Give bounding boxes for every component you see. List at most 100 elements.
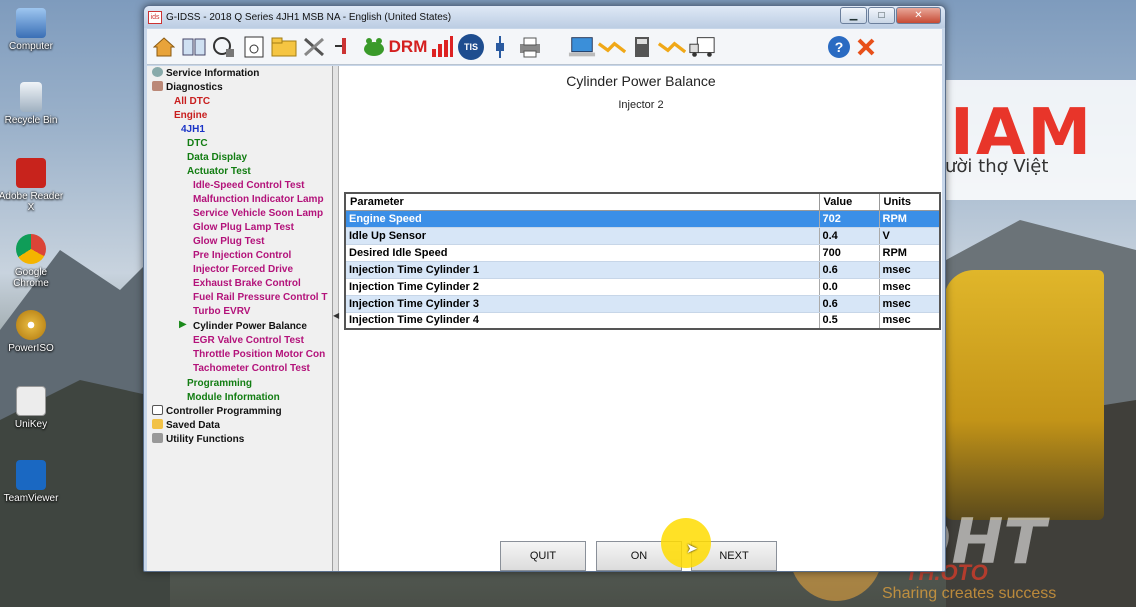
main-panel: Cylinder Power Balance Injector 2 Parame… [340, 66, 942, 571]
desktop-icon-recycle-bin[interactable]: Recycle Bin [0, 82, 66, 126]
tree-item-actuator[interactable]: Throttle Position Motor Con [193, 348, 325, 362]
tools-icon[interactable] [300, 33, 328, 61]
exit-icon[interactable] [852, 33, 880, 61]
home-icon[interactable] [150, 33, 178, 61]
tree-item-diagnostics[interactable]: Diagnostics [152, 81, 223, 95]
desktop-icon-teamviewer[interactable]: TeamViewer [0, 460, 66, 504]
cell-value: 700 [819, 244, 880, 262]
page-subtitle: Injector 2 [618, 99, 664, 111]
desktop-icon-label: Adobe Reader X [0, 191, 64, 213]
computer-icon [16, 8, 46, 38]
tree-item-actuator[interactable]: Service Vehicle Soon Lamp [193, 207, 323, 221]
table-row[interactable]: Injection Time Cylinder 3 0.6 msec [345, 295, 941, 313]
tree-item-actuator[interactable]: Turbo EVRV [193, 305, 250, 319]
tree-item-actuator[interactable]: Idle-Speed Control Test [193, 179, 305, 193]
tree-item-actuator[interactable]: Injector Forced Drive [193, 263, 293, 277]
cell-units: V [879, 227, 941, 245]
excavator-image [944, 270, 1104, 520]
tree-item-actuator[interactable]: Tachometer Control Test [193, 362, 310, 376]
tree-item-service-information[interactable]: Service Information [152, 67, 259, 81]
tree-item-engine[interactable]: Engine [174, 109, 207, 123]
tree-item-actuator[interactable]: Exhaust Brake Control [193, 277, 301, 291]
tree-item-saved-data[interactable]: Saved Data [152, 419, 220, 433]
tree-item-actuator[interactable]: Glow Plug Lamp Test [193, 221, 294, 235]
collapse-arrow-icon[interactable]: ◀ [333, 311, 339, 320]
minimize-button[interactable]: ▁ [840, 7, 867, 24]
frog-icon[interactable] [360, 33, 388, 61]
tree-item-label: 4JH1 [181, 124, 205, 135]
tree-item-label: DTC [187, 138, 208, 149]
cell-value: 0.0 [819, 278, 880, 296]
tis-button[interactable]: TIS [458, 33, 484, 60]
book-icon[interactable] [180, 33, 208, 61]
desktop-icon-adobe-reader[interactable]: Adobe Reader X [0, 158, 66, 213]
sensor-icon[interactable] [330, 33, 358, 61]
close-button[interactable]: ✕ [896, 7, 941, 24]
column-header-units[interactable]: Units [879, 193, 941, 211]
tree-item-controller-programming[interactable]: Controller Programming [152, 405, 282, 419]
lightning-icon[interactable] [658, 33, 686, 61]
desktop-icon-computer[interactable]: Computer [0, 8, 66, 52]
tree-item-module-information[interactable]: Module Information [187, 391, 280, 405]
tree-item-label: Saved Data [166, 420, 220, 431]
folder-icon [152, 419, 163, 429]
table-row[interactable]: Injection Time Cylinder 4 0.5 msec [345, 312, 941, 330]
diagnostics-icon[interactable] [210, 33, 238, 61]
column-header-parameter[interactable]: Parameter [345, 193, 820, 211]
cell-value: 0.4 [819, 227, 880, 245]
table-row[interactable]: Desired Idle Speed 700 RPM [345, 244, 941, 262]
poweriso-icon [16, 310, 46, 340]
tree-item-actuator[interactable]: Fuel Rail Pressure Control T [193, 291, 327, 305]
title-bar[interactable]: ids G-IDSS - 2018 Q Series 4JH1 MSB NA -… [144, 6, 945, 28]
tree-item-actuator[interactable]: Pre Injection Control [193, 249, 291, 263]
tree-item-label: All DTC [174, 96, 211, 107]
tree-item-all-dtc[interactable]: All DTC [174, 95, 210, 109]
cell-units: msec [879, 261, 941, 279]
cell-units: msec [879, 278, 941, 296]
chrome-icon [16, 234, 46, 264]
desktop-icon-label: TeamViewer [3, 493, 59, 504]
tree-item-data-display[interactable]: Data Display [187, 151, 247, 165]
desktop-icon-unikey[interactable]: UniKey [0, 386, 66, 430]
table-row[interactable]: Idle Up Sensor 0.4 V [345, 227, 941, 245]
tree-item-actuator[interactable]: Glow Plug Test [193, 235, 264, 249]
tree-item-utility-functions[interactable]: Utility Functions [152, 433, 244, 447]
quit-button[interactable]: QUIT [500, 541, 586, 571]
desktop-icon-poweriso[interactable]: PowerISO [0, 310, 66, 354]
connector-icon[interactable] [486, 33, 514, 61]
tree-item-4jh1[interactable]: 4JH1 [181, 123, 205, 137]
table-row[interactable]: Engine Speed 702 RPM [345, 210, 941, 228]
recycle-bin-icon [20, 82, 42, 112]
drm-button[interactable]: DRM [389, 33, 428, 61]
laptop-icon[interactable] [568, 33, 596, 61]
tree-item-cylinder-power-balance[interactable]: Cylinder Power Balance [193, 320, 307, 334]
desktop-icon-google-chrome[interactable]: Google Chrome [0, 234, 66, 289]
maximize-button[interactable]: □ [868, 7, 895, 24]
tree-item-label: Diagnostics [166, 82, 223, 93]
cell-units: msec [879, 295, 941, 313]
tree-item-actuator[interactable]: Malfunction Indicator Lamp [193, 193, 324, 207]
cell-value: 0.5 [819, 312, 880, 330]
printer-icon[interactable] [516, 33, 544, 61]
truck-icon[interactable] [688, 33, 716, 61]
cps-icon[interactable] [240, 33, 268, 61]
table-row[interactable]: Injection Time Cylinder 2 0.0 msec [345, 278, 941, 296]
lightning-icon[interactable] [598, 33, 626, 61]
sidebar-splitter[interactable]: ◀ [333, 66, 339, 571]
tree-item-label: Exhaust Brake Control [193, 278, 301, 289]
controller-icon [152, 405, 163, 415]
tree-item-dtc[interactable]: DTC [187, 137, 208, 151]
tree-item-label: Turbo EVRV [193, 306, 251, 317]
column-header-value[interactable]: Value [819, 193, 880, 211]
help-icon[interactable]: ? [828, 35, 850, 58]
tree-item-programming[interactable]: Programming [187, 377, 252, 391]
folder-icon[interactable] [270, 33, 298, 61]
cell-parameter: Injection Time Cylinder 4 [345, 312, 820, 330]
tree-item-actuator[interactable]: EGR Valve Control Test [193, 334, 304, 348]
tree-item-actuator-test[interactable]: Actuator Test [187, 165, 251, 179]
desktop-icon-label: Google Chrome [13, 267, 49, 289]
bar-chart-icon[interactable] [428, 33, 456, 61]
device-icon[interactable] [628, 33, 656, 61]
table-row[interactable]: Injection Time Cylinder 1 0.6 msec [345, 261, 941, 279]
table-header: Parameter Value Units [345, 193, 941, 211]
